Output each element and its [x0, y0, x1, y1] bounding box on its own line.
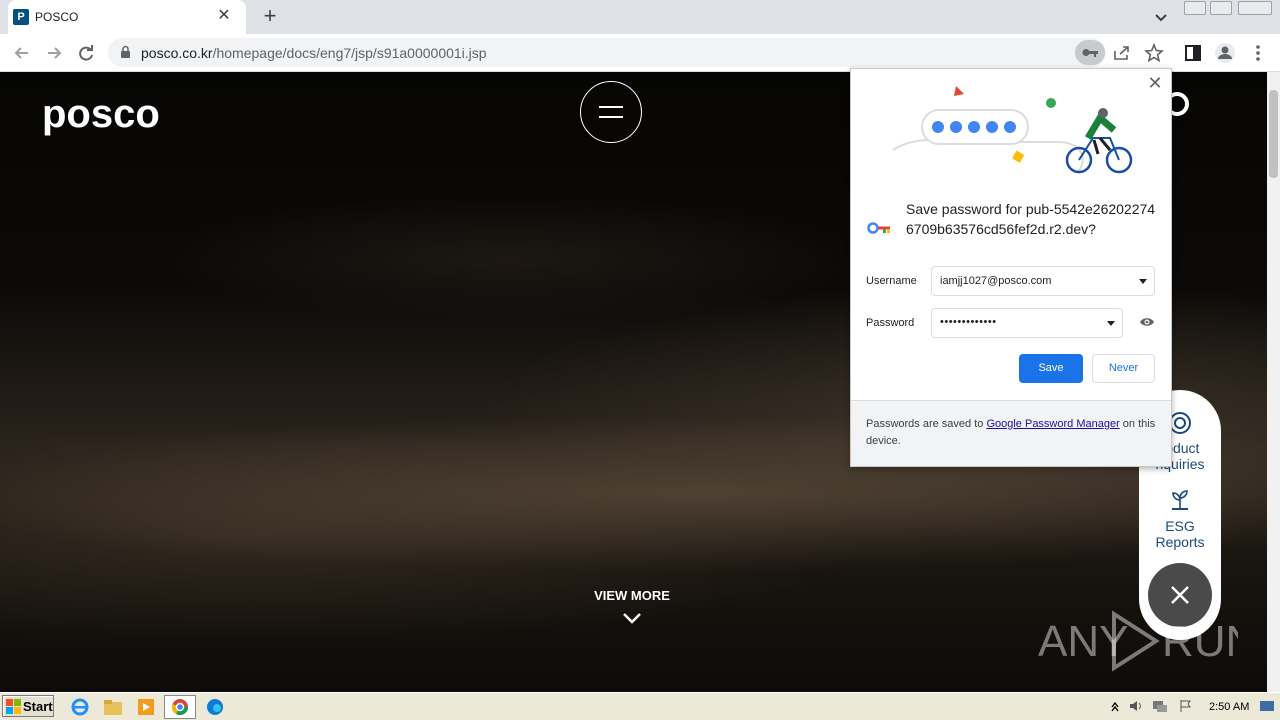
save-password-title: Save password for pub-5542e262022746709b… — [906, 201, 1156, 237]
kebab-menu-icon[interactable] — [1246, 42, 1270, 64]
view-more-link[interactable]: VIEW MORE — [580, 588, 684, 603]
password-label: Password — [866, 317, 915, 329]
caret-down-icon — [1139, 279, 1147, 284]
restore-button[interactable] — [1210, 1, 1232, 15]
password-illustration — [892, 86, 1133, 174]
url-text: posco.co.kr/homepage/docs/eng7/jsp/s91a0… — [141, 45, 487, 61]
url-host: posco.co.kr — [141, 45, 213, 61]
posco-favicon-icon: P — [13, 9, 29, 25]
chrome-icon — [171, 699, 189, 716]
tab-search-chevron-icon[interactable] — [1150, 6, 1172, 28]
forward-icon[interactable] — [42, 42, 66, 64]
action-center-flag-icon[interactable] — [1178, 699, 1194, 713]
share-icon[interactable] — [1110, 42, 1134, 64]
key-icon — [1082, 49, 1098, 57]
new-tab-button[interactable]: + — [259, 4, 281, 28]
minimize-button[interactable] — [1184, 1, 1206, 15]
media-player-icon[interactable] — [134, 696, 158, 718]
start-button[interactable]: Start — [2, 695, 54, 717]
esg-reports-line2[interactable]: Reports — [1139, 534, 1221, 550]
password-value: ••••••••••••• — [940, 316, 997, 328]
anyrun-watermark: ANY RUN — [1038, 610, 1238, 672]
windows-logo-icon — [6, 699, 21, 714]
taskbar-clock[interactable]: 2:50 AM — [1209, 701, 1249, 713]
chrome-taskbar-button[interactable] — [164, 695, 196, 719]
eye-icon[interactable] — [1139, 315, 1155, 329]
username-value: iamjj1027@posco.com — [940, 275, 1052, 287]
username-select[interactable]: iamjj1027@posco.com — [931, 266, 1155, 296]
hamburger-icon — [599, 106, 623, 118]
window-close-button[interactable] — [1238, 1, 1272, 15]
caret-down-icon — [1107, 321, 1115, 326]
star-icon[interactable] — [1142, 42, 1166, 64]
username-label: Username — [866, 275, 917, 287]
save-button[interactable]: Save — [1019, 354, 1083, 383]
tab-close-icon[interactable]: ✕ — [216, 7, 232, 25]
password-select[interactable]: ••••••••••••• — [931, 308, 1123, 338]
edge-icon[interactable] — [203, 696, 227, 718]
never-button[interactable]: Never — [1092, 354, 1155, 383]
chevron-down-icon[interactable] — [621, 610, 643, 626]
start-label: Start — [23, 699, 53, 714]
lock-icon[interactable] — [120, 45, 131, 59]
internet-explorer-icon[interactable] — [68, 696, 92, 718]
scrollbar-thumb[interactable] — [1269, 90, 1278, 178]
url-path: /homepage/docs/eng7/jsp/s91a0000001i.jsp — [212, 45, 487, 61]
network-icon[interactable] — [1152, 699, 1168, 713]
show-desktop-icon[interactable] — [1259, 699, 1275, 713]
volume-icon[interactable] — [1128, 699, 1144, 713]
posco-logo[interactable]: posco — [42, 92, 160, 137]
footer-prefix: Passwords are saved to — [866, 418, 987, 430]
dialog-close-icon[interactable]: ✕ — [1146, 74, 1164, 92]
watermark-text-right: RUN — [1162, 617, 1238, 666]
back-icon[interactable] — [10, 42, 34, 64]
hamburger-menu-button[interactable] — [580, 81, 642, 143]
esg-sprout-icon — [1172, 490, 1188, 510]
close-icon — [1171, 586, 1189, 604]
footer-text: Passwords are saved to Google Password M… — [866, 416, 1162, 450]
file-explorer-icon[interactable] — [101, 696, 125, 718]
google-key-icon — [867, 222, 890, 234]
password-key-button[interactable] — [1075, 40, 1105, 65]
sidepanel-icon[interactable] — [1181, 42, 1205, 64]
show-hidden-icons-icon[interactable] — [1110, 699, 1120, 713]
reload-icon[interactable] — [74, 42, 98, 64]
profile-icon[interactable] — [1213, 42, 1237, 64]
esg-reports-line1[interactable]: ESG — [1139, 518, 1221, 534]
password-manager-link[interactable]: Google Password Manager — [986, 418, 1119, 430]
tab-title: POSCO — [35, 10, 79, 24]
